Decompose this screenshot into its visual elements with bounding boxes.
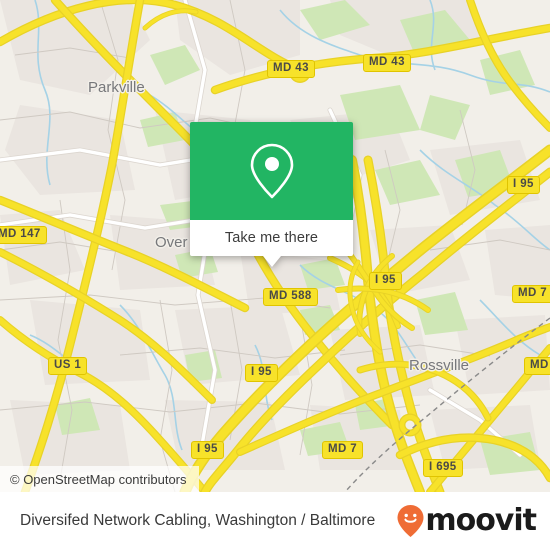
road-shield-md-43-west: MD 43 — [267, 60, 315, 78]
place-label-rossville: Rossville — [409, 357, 470, 374]
attribution-text: © OpenStreetMap contributors — [10, 471, 187, 487]
road-shield-i-95-mid: I 95 — [369, 272, 402, 290]
road-shield-md-7-bottom: MD 7 — [322, 441, 364, 459]
popup-action-bar[interactable]: Take me there — [190, 220, 353, 256]
map-attribution[interactable]: © OpenStreetMap contributors — [0, 466, 199, 492]
popup-pointer — [262, 256, 281, 267]
road-shield-md-588: MD 588 — [263, 288, 318, 306]
moovit-logo[interactable]: moovit — [396, 503, 537, 538]
road-shield-us-1: US 1 — [48, 357, 88, 375]
location-title: Diversifed Network Cabling, Washington /… — [20, 512, 376, 529]
moovit-pin-icon — [397, 505, 424, 537]
popup-header — [190, 122, 353, 220]
road-shield-md-147: MD 147 — [0, 226, 47, 244]
map-screen: .res { fill:#eae5e0; } .grn { fill:#cfe7… — [0, 0, 550, 550]
road-shield-i-95-right: I 95 — [507, 176, 540, 194]
road-shield-md-7-right: MD 7 — [512, 285, 550, 303]
map-canvas[interactable]: .res { fill:#eae5e0; } .grn { fill:#cfe7… — [0, 0, 550, 492]
place-label-parkville: Parkville — [88, 79, 145, 96]
road-shield-md-43-east: MD 43 — [363, 54, 411, 72]
road-shield-i-95-bottom: I 95 — [191, 441, 224, 459]
take-me-there-label: Take me there — [224, 230, 319, 246]
road-shield-md-7-edge: MD 7 — [524, 357, 550, 375]
footer-bar: Diversifed Network Cabling, Washington /… — [0, 492, 550, 550]
place-label-overlea: Over — [155, 234, 188, 251]
road-shield-i-95-lower: I 95 — [245, 364, 278, 382]
location-pin-icon — [250, 143, 293, 199]
road-shield-i-695: I 695 — [423, 459, 463, 477]
place-popup-card[interactable]: Take me there — [190, 122, 353, 267]
moovit-wordmark: moovit — [425, 503, 537, 538]
